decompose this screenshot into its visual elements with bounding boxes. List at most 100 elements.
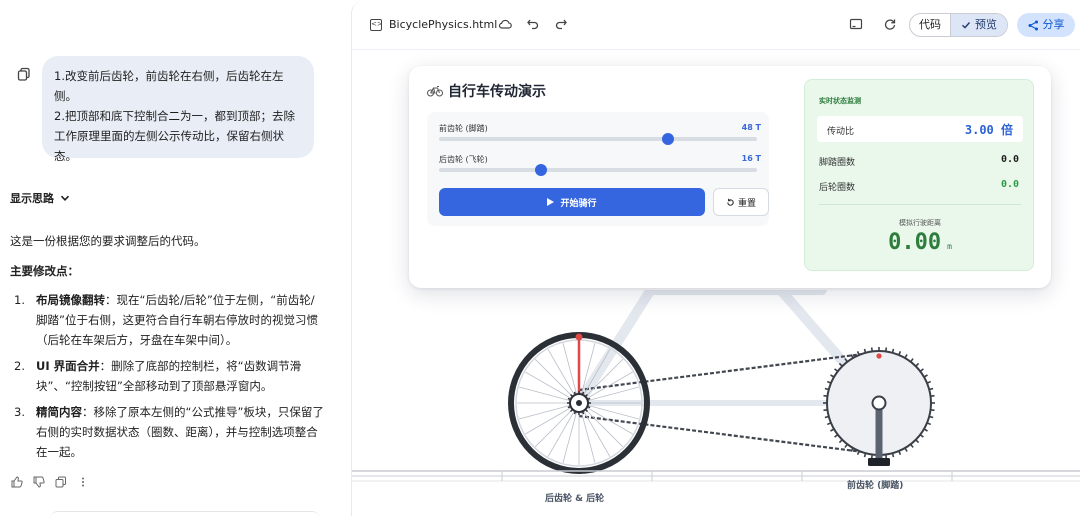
chainring-tooth	[863, 453, 867, 458]
pedal-turns-label: 脚踏圈数	[819, 158, 856, 168]
chainring-tooth	[824, 387, 829, 391]
front-gear-slider-thumb[interactable]	[661, 133, 674, 145]
refresh-icon[interactable]	[883, 17, 897, 31]
cog-tooth	[584, 408, 589, 413]
tab-preview-label: 预览	[975, 18, 997, 31]
chainring-tooth	[826, 380, 832, 384]
ground	[352, 470, 1080, 482]
changes-heading: 主要修改点：	[10, 264, 79, 278]
thumbs-down-icon[interactable]	[33, 476, 45, 488]
chainring-tooth	[863, 348, 867, 353]
rear-gear-slider-thumb[interactable]	[534, 164, 547, 176]
show-thinking-toggle[interactable]: 显示思路	[10, 190, 70, 206]
chainring-tooth	[929, 415, 934, 419]
gear-ratio-value: 3.00 倍	[964, 123, 1013, 137]
cog-tooth	[581, 411, 585, 415]
chainring-tooth	[910, 443, 914, 448]
wheel-turns-value: 0.0	[1000, 179, 1019, 190]
cloud-save-icon[interactable]	[498, 17, 512, 31]
code-preview-toggle: 代码 预览	[909, 13, 1008, 37]
chainring-tooth	[826, 422, 832, 426]
status-title: 实时状态监测	[819, 97, 861, 105]
front-gear-slider[interactable]	[439, 133, 757, 145]
chat-pane: 1.改变前后齿轮，前齿轮在右侧，后齿轮在左侧。 2.把顶部和底下控制合二为一，都…	[0, 0, 350, 516]
list-item-title: 精简内容	[36, 405, 82, 419]
copy-icon[interactable]	[55, 476, 67, 488]
thumbs-up-icon[interactable]	[11, 476, 23, 488]
copy-icon[interactable]	[17, 67, 31, 81]
cog-tooth	[573, 411, 577, 415]
chainring-tooth	[910, 358, 914, 363]
cog-tooth	[569, 408, 574, 413]
chainring-tooth	[856, 350, 860, 356]
share-button[interactable]: 分享	[1017, 13, 1075, 37]
code-file-icon: <>	[370, 19, 383, 31]
tab-preview[interactable]: 预览	[950, 14, 1007, 36]
chainring-tooth	[844, 443, 848, 448]
chainring-tooth	[926, 380, 932, 384]
check-icon	[962, 22, 971, 29]
reset-icon	[727, 198, 734, 206]
chainring-tooth	[929, 387, 934, 391]
console-icon[interactable]	[849, 17, 863, 31]
user-message-line1: 1.改变前后齿轮，前齿轮在右侧，后齿轮在左侧。	[54, 69, 284, 103]
app-title-text: 自行车传动演示	[448, 84, 546, 100]
rear-gear-value: 16 T	[741, 154, 761, 163]
pedal-turns-value: 0.0	[1000, 154, 1019, 165]
reset-button[interactable]: 重置	[713, 188, 769, 216]
cog-tooth	[587, 397, 591, 401]
app-root: 1.改变前后齿轮，前齿轮在右侧，后齿轮在左侧。 2.把顶部和底下控制合二为一，都…	[0, 0, 1080, 516]
chainring-tooth	[850, 354, 854, 359]
bicycle-drivetrain-illustration	[352, 290, 1080, 482]
chainring-tooth	[930, 394, 935, 398]
app-title: 自行车传动演示	[427, 81, 546, 101]
rear-gear-label: 后齿轮 (飞轮)	[439, 155, 488, 164]
chainring-tooth	[834, 434, 839, 438]
list-item-number: 1.	[14, 293, 25, 307]
chainring-tooth	[830, 428, 835, 432]
chainring-tooth	[870, 347, 874, 352]
chat-input-box-edge[interactable]	[50, 511, 320, 516]
cog-tooth	[573, 391, 577, 395]
chainring-tooth	[915, 439, 920, 444]
rear-gear-slider[interactable]	[439, 164, 757, 176]
chainring-tooth	[898, 350, 902, 356]
chainring-tooth	[923, 374, 928, 378]
chainring-tooth	[838, 439, 843, 444]
list-item-number: 3.	[14, 405, 25, 419]
crank-arm	[875, 403, 883, 461]
chainring-tooth	[926, 422, 932, 426]
distance-readout: 0.00 m	[805, 230, 1035, 255]
play-icon	[547, 198, 555, 206]
file-name[interactable]: BicyclePhysics.html	[389, 18, 497, 31]
tab-code[interactable]: 代码	[910, 14, 950, 36]
bicycle-icon	[427, 86, 443, 97]
more-options-icon[interactable]	[77, 476, 89, 488]
chainring-tooth	[919, 368, 924, 372]
chainring-tooth	[930, 408, 935, 412]
chainring-tooth	[891, 453, 895, 458]
chevron-down-icon	[60, 195, 70, 201]
reset-label: 重置	[737, 198, 756, 209]
start-ride-button[interactable]: 开始骑行	[439, 188, 705, 216]
distance-value: 0.00	[888, 230, 942, 255]
response-intro: 这是一份根据您的要求调整后的代码。	[10, 234, 206, 248]
list-item-number: 2.	[14, 359, 25, 373]
share-label: 分享	[1042, 18, 1065, 31]
feedback-bar	[11, 476, 89, 488]
chainring-tooth	[904, 447, 908, 452]
redo-icon[interactable]	[554, 17, 568, 31]
gear-ratio-label: 传动比	[827, 127, 855, 137]
share-icon	[1028, 20, 1038, 30]
user-message-line2: 2.把顶部和底下控制合二为一，都到顶部；去除工作原理里面的左侧公示传动比，保留右…	[54, 109, 295, 163]
rear-hub	[576, 400, 582, 406]
chainring-tooth	[856, 450, 860, 456]
front-chainring	[823, 347, 935, 466]
chainring-tooth	[834, 368, 839, 372]
undo-icon[interactable]	[526, 17, 540, 31]
list-item: 2. UI 界面合并：删除了底部的控制栏，将“齿数调节滑块”、“控制按钮”全部移…	[14, 356, 324, 396]
chainring-tooth	[919, 434, 924, 438]
list-item: 3. 精简内容：移除了原本左侧的“公式推导”板块，只保留了右侧的实时数据状态（圈…	[14, 402, 324, 462]
chainring-tooth	[823, 394, 828, 398]
front-gear-value: 48 T	[741, 123, 761, 132]
